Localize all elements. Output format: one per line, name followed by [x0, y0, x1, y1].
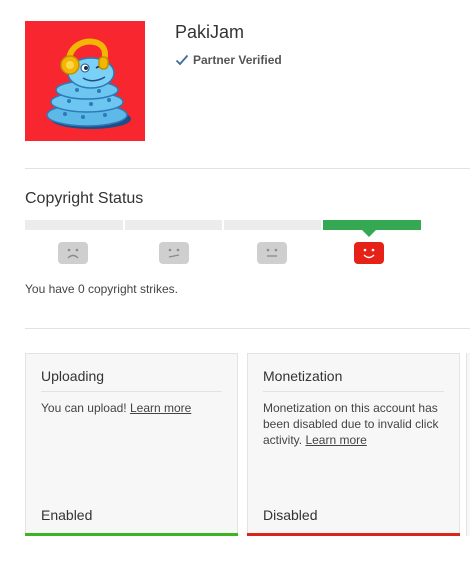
partner-verified-label: Partner Verified	[193, 53, 282, 67]
section-divider	[25, 328, 470, 329]
uploading-card-text: You can upload!	[41, 401, 130, 415]
uploading-status: Enabled	[41, 507, 93, 523]
monetization-learn-more-link[interactable]: Learn more	[305, 433, 366, 447]
uploading-learn-more-link[interactable]: Learn more	[130, 401, 191, 415]
uploading-card-title: Uploading	[41, 368, 105, 384]
card-divider	[41, 391, 222, 392]
current-status-pointer	[362, 230, 376, 237]
monetization-card-title: Monetization	[263, 368, 343, 384]
uploading-card-body: You can upload! Learn more	[41, 400, 222, 416]
card-divider	[263, 391, 444, 392]
channel-avatar	[25, 21, 145, 141]
uploading-card: Uploading You can upload! Learn more Ena…	[25, 353, 238, 536]
frown-face-icon	[159, 242, 189, 264]
sad-face-icon	[58, 242, 88, 264]
next-card-edge	[466, 353, 470, 536]
strike-bar-3	[224, 220, 321, 230]
strike-bar-2	[125, 220, 222, 230]
strike-bar-4-current	[323, 220, 421, 230]
uploading-status-bar	[25, 533, 238, 536]
strike-bar-1	[25, 220, 123, 230]
neutral-face-icon	[257, 242, 287, 264]
monetization-card-body: Monetization on this account has been di…	[263, 400, 444, 448]
snake-with-headphones-mascot-icon	[46, 38, 131, 129]
happy-face-icon	[354, 242, 384, 264]
copyright-strikes-text: You have 0 copyright strikes.	[25, 282, 178, 296]
partner-verified-badge: Partner Verified	[175, 52, 282, 68]
monetization-card: Monetization Monetization on this accoun…	[247, 353, 460, 536]
channel-name: PakiJam	[175, 22, 245, 42]
copyright-status-title: Copyright Status	[25, 190, 144, 207]
monetization-status-bar	[247, 533, 460, 536]
checkmark-icon	[175, 54, 189, 66]
header-divider	[25, 168, 470, 169]
monetization-status: Disabled	[263, 507, 318, 523]
